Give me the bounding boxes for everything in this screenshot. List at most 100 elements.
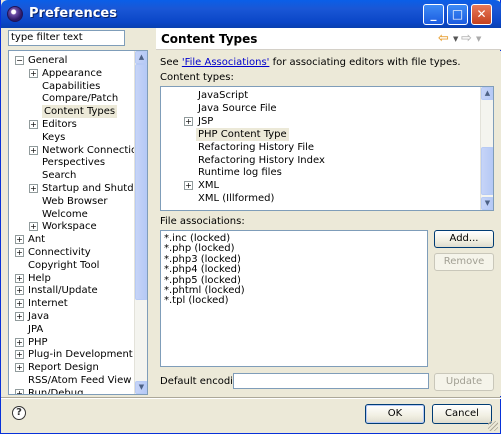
collapse-icon[interactable]: −: [15, 56, 24, 65]
tree-item-label: Internet: [28, 298, 68, 310]
tree-item[interactable]: Perspectives: [9, 156, 134, 169]
tree-item-label: Editors: [42, 119, 77, 130]
close-button[interactable]: ✕: [471, 4, 492, 25]
help-icon[interactable]: ?: [12, 406, 26, 420]
expand-icon[interactable]: +: [29, 145, 38, 155]
tree-item-label: Network Connections: [42, 144, 148, 156]
scroll-down-icon[interactable]: ▼: [481, 197, 493, 210]
preference-tree[interactable]: − General + Appearance Capabilities Compare/P…: [8, 50, 148, 395]
expand-icon[interactable]: +: [29, 68, 38, 78]
content-type-item[interactable]: + JSP: [161, 115, 479, 128]
preferences-window: Preferences _ □ ✕ type filter text − Gene…: [0, 0, 501, 434]
tree-scrollbar[interactable]: ▲ ▼: [134, 51, 147, 394]
content-type-item[interactable]: JavaScript: [161, 89, 479, 102]
content-type-item[interactable]: XML (Illformed): [161, 192, 479, 205]
tree-item[interactable]: + Internet: [9, 297, 134, 310]
content-type-label: XML (Illformed): [198, 193, 275, 205]
add-button[interactable]: Add...: [434, 230, 494, 248]
tree-item[interactable]: RSS/Atom Feed View: [9, 374, 134, 387]
tree-item-label: Report Design: [28, 362, 99, 374]
eclipse-logo-icon: [7, 6, 23, 22]
expand-icon[interactable]: +: [29, 222, 38, 232]
content-types-tree[interactable]: JavaScript Java Source File + JSP PHP Conten…: [160, 86, 494, 211]
expand-icon[interactable]: +: [15, 363, 24, 373]
file-associations-label: File associations:: [160, 216, 245, 227]
expand-icon[interactable]: +: [15, 286, 24, 296]
scroll-down-icon[interactable]: ▼: [135, 381, 147, 394]
tree-item[interactable]: + Ant: [9, 233, 134, 246]
tree-item[interactable]: Keys: [9, 131, 134, 144]
update-button[interactable]: Update: [434, 373, 494, 391]
cancel-button[interactable]: Cancel: [432, 404, 492, 424]
tree-item[interactable]: Search: [9, 169, 134, 182]
tree-item[interactable]: Content Types: [9, 105, 134, 119]
tree-item[interactable]: + Plug-in Development: [9, 348, 134, 361]
content-type-item[interactable]: + XML: [161, 179, 479, 192]
hint-prefix: See: [160, 57, 182, 68]
expand-icon[interactable]: +: [15, 273, 24, 283]
content-type-item[interactable]: Runtime log files: [161, 166, 479, 179]
minimize-button[interactable]: _: [423, 4, 444, 25]
tree-item[interactable]: + Run/Debug: [9, 387, 134, 395]
tree-item[interactable]: + PHP: [9, 336, 134, 349]
tree-item[interactable]: Capabilities: [9, 80, 134, 93]
remove-button[interactable]: Remove: [434, 253, 494, 271]
content-type-item[interactable]: Refactoring History Index: [161, 154, 479, 167]
file-associations-link[interactable]: 'File Associations': [182, 57, 270, 68]
page-title: Content Types: [161, 32, 258, 46]
expand-icon[interactable]: +: [29, 184, 38, 193]
tree-item-label: Keys: [42, 131, 66, 143]
content-type-label: Refactoring History File: [198, 141, 315, 153]
ok-button[interactable]: OK: [365, 404, 425, 424]
default-encoding-input[interactable]: [233, 373, 429, 389]
tree-item-label: Run/Debug: [28, 387, 84, 395]
tree-item[interactable]: + Java: [9, 310, 134, 323]
tree-item[interactable]: Web Browser: [9, 195, 134, 208]
content-type-item[interactable]: Java Source File: [161, 102, 479, 115]
content-type-label: Refactoring History Index: [198, 154, 325, 166]
content-type-item[interactable]: PHP Content Type: [161, 127, 479, 141]
tree-item[interactable]: + Install/Update: [9, 284, 134, 297]
expand-icon[interactable]: +: [15, 350, 24, 360]
resize-grip-icon[interactable]: [488, 421, 498, 431]
tree-item[interactable]: + Startup and Shutdown: [9, 182, 147, 195]
filter-input[interactable]: type filter text: [8, 30, 125, 46]
tree-item[interactable]: Compare/Patch: [9, 92, 134, 105]
file-association-item[interactable]: *.tpl (locked): [164, 295, 229, 307]
scroll-thumb[interactable]: [135, 64, 147, 300]
expand-icon[interactable]: +: [15, 235, 24, 245]
scroll-up-icon[interactable]: ▲: [481, 87, 493, 100]
title-bar: Preferences _ □ ✕: [1, 0, 501, 28]
tree-item[interactable]: − General: [9, 54, 134, 67]
tree-item[interactable]: + Connectivity: [9, 246, 134, 259]
content-types-scrollbar[interactable]: ▲ ▼: [480, 87, 493, 210]
expand-icon[interactable]: +: [15, 337, 24, 347]
maximize-button[interactable]: □: [447, 4, 468, 25]
tree-item[interactable]: Welcome: [9, 208, 134, 221]
tree-item[interactable]: + Help: [9, 272, 134, 285]
tree-item-label: Help: [28, 272, 51, 284]
tree-item[interactable]: + Report Design: [9, 361, 134, 374]
expand-icon[interactable]: +: [184, 181, 193, 191]
content-type-label: JavaScript: [198, 90, 249, 101]
tree-item[interactable]: JPA: [9, 323, 134, 336]
file-associations-list[interactable]: *.inc (locked) *.php (locked) *.php3 (lock…: [160, 230, 428, 367]
expand-icon[interactable]: +: [15, 312, 24, 321]
scroll-thumb[interactable]: [481, 147, 493, 195]
tree-item[interactable]: + Workspace: [9, 220, 134, 233]
content-type-item[interactable]: Refactoring History File: [161, 141, 479, 154]
tree-item[interactable]: + Editors: [9, 118, 134, 131]
expand-icon[interactable]: +: [15, 299, 24, 309]
tree-item-label: Appearance: [42, 67, 103, 79]
expand-icon[interactable]: +: [184, 116, 193, 126]
expand-icon[interactable]: +: [15, 248, 24, 257]
scroll-up-icon[interactable]: ▲: [135, 51, 147, 64]
arrow-left-icon[interactable]: ⇦: [438, 32, 450, 45]
tree-item-label: Connectivity: [28, 247, 91, 258]
expand-icon[interactable]: +: [15, 388, 24, 394]
tree-item[interactable]: + Appearance: [9, 67, 134, 80]
expand-icon[interactable]: +: [29, 120, 38, 129]
back-dropdown-icon[interactable]: ▼: [453, 35, 458, 43]
tree-item[interactable]: Copyright Tool: [9, 259, 134, 272]
tree-item[interactable]: + Network Connections: [9, 144, 147, 157]
